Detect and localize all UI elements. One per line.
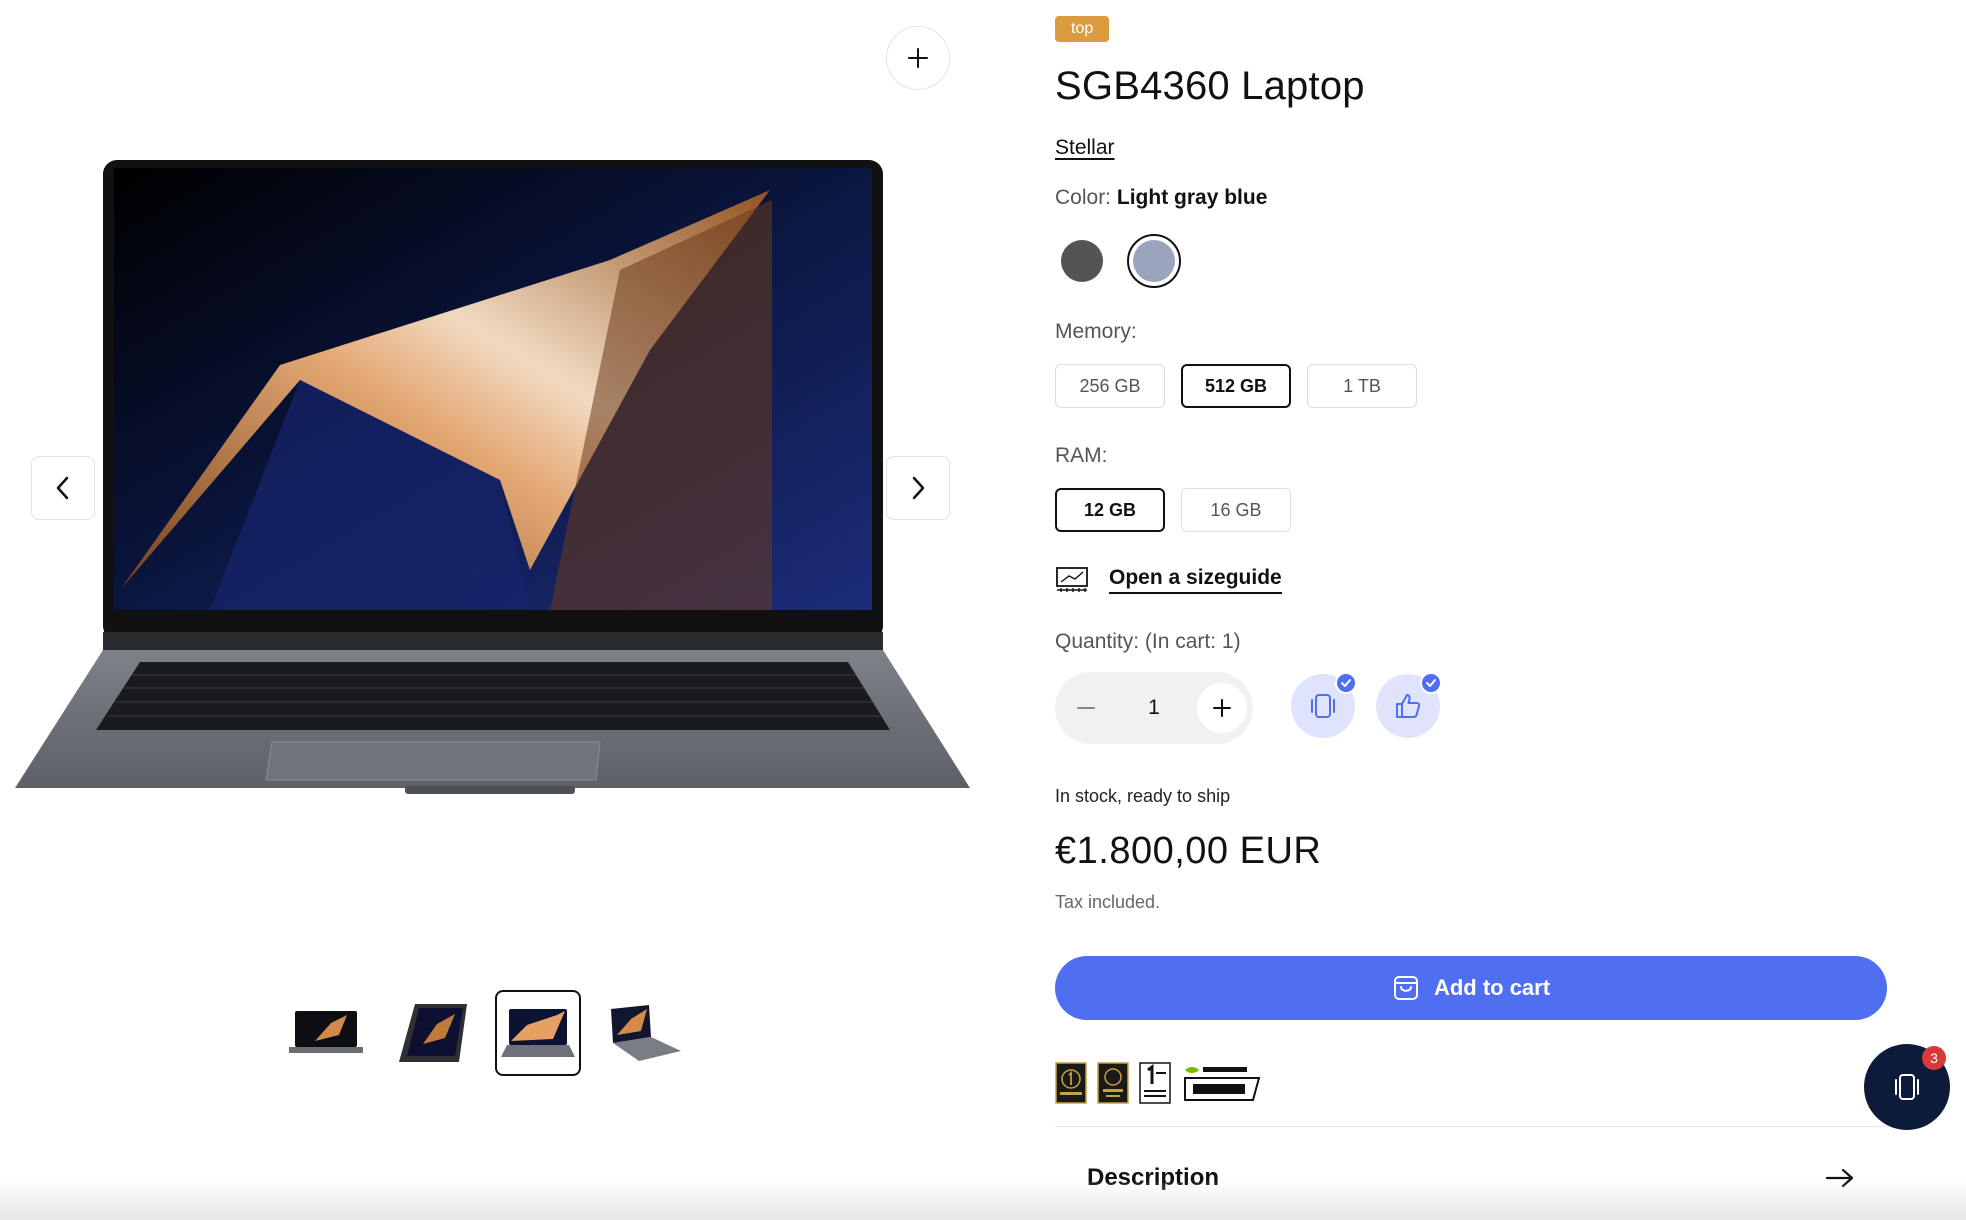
add-to-cart-label: Add to cart [1433,975,1551,1000]
color-label-text: Color: [1055,186,1112,209]
compare-button[interactable] [1291,672,1357,738]
color-swatches [1055,234,1181,288]
ram-option-12gb[interactable]: 12 GB [1055,488,1165,532]
device-icon [1895,1074,1919,1100]
stock-status: In stock, ready to ship [1055,786,1231,806]
sizeguide-label: Open a sizeguide [1109,566,1282,594]
product-main-image [15,160,970,794]
bottom-fade-overlay [0,1180,1966,1220]
nvidia-studio-icon [1184,1067,1261,1101]
thumbnail-laptop-tent[interactable] [389,990,475,1076]
thumbs-up-icon [1396,694,1421,718]
ram-options: 12 GB 16 GB [1055,488,1291,532]
like-button[interactable] [1376,672,1442,738]
thumbnail-laptop-front[interactable] [283,990,369,1076]
monitor-ruler-icon [1056,567,1088,592]
product-gallery [0,0,980,1100]
quantity-label: Quantity: (In cart: 1) [1055,630,1241,653]
check-icon [1426,679,1436,687]
award-no1-icon [1055,1062,1087,1104]
quantity-stepper [1055,672,1253,744]
vendor-link[interactable]: Stellar [1055,136,1115,160]
memory-option-256gb[interactable]: 256 GB [1055,364,1165,408]
section-divider [1055,1126,1887,1127]
swatch-dark-gray[interactable] [1055,234,1109,288]
product-title: SGB4360 Laptop [1055,64,1365,108]
award-oled-icon [1097,1062,1129,1104]
warranty-1-year-icon [1139,1062,1171,1104]
memory-option-1tb[interactable]: 1 TB [1307,364,1417,408]
thumbnail-strip [283,990,687,1076]
swatch-light-gray-blue[interactable] [1127,234,1181,288]
swatch-dark-gray-color [1061,240,1103,282]
compare-check-badge [1335,672,1357,694]
check-icon [1341,679,1351,687]
shopping-bag-icon [1393,976,1418,1000]
ram-option-16gb[interactable]: 16 GB [1181,488,1291,532]
minus-icon [1077,707,1095,709]
laptop-angled-thumbnail-image [611,1005,681,1061]
plus-icon [908,48,928,68]
zoom-button[interactable] [886,26,950,90]
add-to-cart-button[interactable]: Add to cart [1055,956,1887,1020]
color-label: Color: Light gray blue [1055,186,1267,210]
product-details: top SGB4360 Laptop Stellar Color: Light … [1055,0,1895,1220]
award-badges [1055,1062,1261,1104]
device-icon [1311,694,1335,718]
laptop-front-thumbnail-image [289,1011,363,1053]
thumbnail-laptop-front-open[interactable] [495,990,581,1076]
ram-label: RAM: [1055,444,1108,467]
sizeguide-link[interactable]: Open a sizeguide [1055,566,1282,594]
product-price: €1.800,00 EUR [1055,830,1322,872]
quantity-decrease-button[interactable] [1061,683,1111,733]
color-selected-value: Light gray blue [1116,186,1268,209]
like-check-badge [1420,672,1442,694]
thumbnail-laptop-angled[interactable] [601,990,687,1076]
laptop-front-open-thumbnail-image [501,1009,575,1057]
status-badge: top [1055,16,1110,42]
floating-count-badge: 3 [1922,1046,1946,1070]
floating-compare-button[interactable]: 3 [1864,1044,1950,1130]
quantity-input[interactable] [1124,695,1184,721]
memory-label: Memory: [1055,320,1137,343]
memory-option-512gb[interactable]: 512 GB [1181,364,1291,408]
memory-options: 256 GB 512 GB 1 TB [1055,364,1417,408]
tax-note: Tax included. [1055,892,1161,912]
laptop-tent-thumbnail-image [399,1004,467,1062]
plus-icon [1213,699,1231,717]
swatch-light-gray-blue-color [1133,240,1175,282]
quantity-increase-button[interactable] [1197,683,1247,733]
